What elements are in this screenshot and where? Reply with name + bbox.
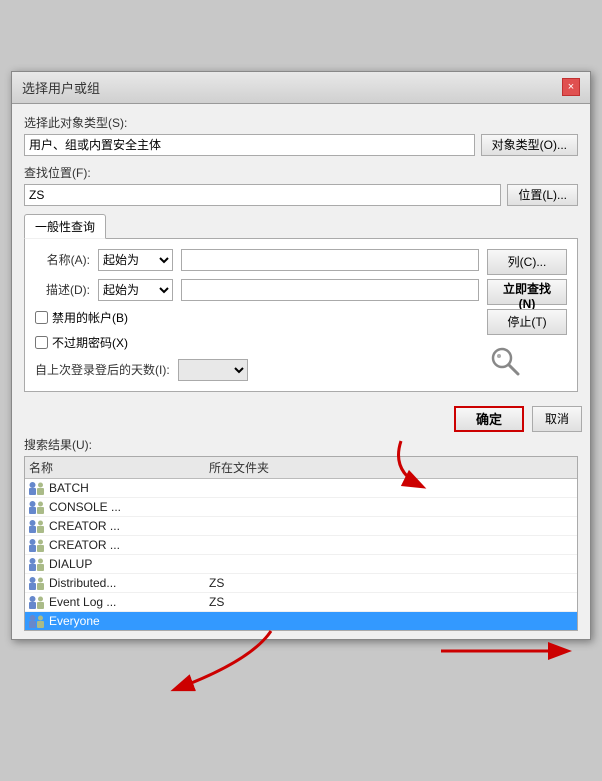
close-button[interactable]: × [562,78,580,96]
row-name-text: Event Log ... [49,595,116,609]
row-name-text: Distributed... [49,576,116,590]
location-input[interactable] [24,184,501,206]
name-input[interactable] [181,249,479,271]
title-bar: 选择用户或组 × [12,72,590,104]
user-icon [29,576,45,590]
table-row[interactable]: BATCH [25,479,577,498]
row-name-text: CONSOLE ... [49,500,121,514]
row-folder-text: ZS [209,576,573,590]
row-name: CONSOLE ... [29,500,209,514]
list-columns-button[interactable]: 列(C)... [487,249,567,275]
search-panel-left: 名称(A): 起始为 描述(D): 起始为 [35,249,479,381]
name-label: 名称(A): [35,251,90,268]
dialog-body: 选择此对象类型(S): 对象类型(O)... 查找位置(F): 位置(L)...… [12,104,590,402]
dialog-title: 选择用户或组 [22,78,100,97]
col-folder-header: 所在文件夹 [209,459,573,476]
desc-search-row: 描述(D): 起始为 [35,279,479,301]
table-row[interactable]: CREATOR ... [25,536,577,555]
user-icon [29,614,45,628]
name-search-row: 名称(A): 起始为 [35,249,479,271]
desc-label: 描述(D): [35,281,90,298]
general-search-tab[interactable]: 一般性查询 [24,214,106,239]
ok-cancel-row: 确定 取消 [12,402,590,436]
object-type-group: 选择此对象类型(S): 对象类型(O)... [24,114,578,156]
row-name: Event Log ... [29,595,209,609]
user-icon [29,481,45,495]
table-row[interactable]: CONSOLE ... [25,498,577,517]
row-name: BATCH [29,481,209,495]
col-name-header: 名称 [29,459,209,476]
row-name: Everyone [29,614,209,628]
table-row[interactable]: DIALUP [25,555,577,574]
user-icon [29,538,45,552]
desc-select[interactable]: 起始为 [98,279,173,301]
location-label: 查找位置(F): [24,164,578,181]
desc-input[interactable] [181,279,479,301]
row-name: CREATOR ... [29,519,209,533]
results-table: 名称 所在文件夹 BATCH CONSOLE ... CREATOR ... [24,456,578,631]
table-row[interactable]: Distributed... ZS [25,574,577,593]
general-search-section: 一般性查询 名称(A): 起始为 [24,214,578,392]
row-name-text: DIALUP [49,557,92,571]
disabled-accounts-label: 禁用的帐户(B) [52,309,128,326]
search-panel-right: 列(C)... 立即查找(N) 停止(T) [487,249,567,381]
no-expiry-row: 不过期密码(X) [35,334,479,351]
table-row[interactable]: Everyone [25,612,577,631]
search-icon [487,343,523,379]
search-panel: 名称(A): 起始为 描述(D): 起始为 [24,238,578,392]
disabled-accounts-row: 禁用的帐户(B) [35,309,479,326]
location-group: 查找位置(F): 位置(L)... [24,164,578,206]
no-expiry-label: 不过期密码(X) [52,334,128,351]
results-section: 搜索结果(U): 名称 所在文件夹 BATCH CONSOLE ... [12,436,590,639]
no-expiry-checkbox[interactable] [35,336,48,349]
user-icon [29,500,45,514]
days-row: 自上次登录登后的天数(I): [35,359,479,381]
days-label: 自上次登录登后的天数(I): [35,361,170,378]
user-icon [29,595,45,609]
row-folder-text: ZS [209,595,573,609]
table-row[interactable]: Event Log ... ZS [25,593,577,612]
location-button[interactable]: 位置(L)... [507,184,578,206]
row-name-text: CREATOR ... [49,519,120,533]
row-name-text: CREATOR ... [49,538,120,552]
row-name-text: BATCH [49,481,89,495]
object-type-label: 选择此对象类型(S): [24,114,578,131]
results-content: BATCH CONSOLE ... CREATOR ... CREATOR ..… [25,479,577,631]
select-user-group-dialog: 选择用户或组 × 选择此对象类型(S): 对象类型(O)... 查找位置(F):… [11,71,591,640]
user-icon [29,557,45,571]
row-name: CREATOR ... [29,538,209,552]
row-name-text: Everyone [49,614,100,628]
table-row[interactable]: CREATOR ... [25,517,577,536]
results-list: BATCH CONSOLE ... CREATOR ... CREATOR ..… [25,479,577,631]
find-now-button[interactable]: 立即查找(N) [487,279,567,305]
row-name: Distributed... [29,576,209,590]
object-type-button[interactable]: 对象类型(O)... [481,134,578,156]
ok-button[interactable]: 确定 [454,406,524,432]
results-header: 名称 所在文件夹 [25,457,577,479]
name-select[interactable]: 起始为 [98,249,173,271]
results-label: 搜索结果(U): [24,436,578,453]
stop-button[interactable]: 停止(T) [487,309,567,335]
disabled-accounts-checkbox[interactable] [35,311,48,324]
row-name: DIALUP [29,557,209,571]
cancel-button[interactable]: 取消 [532,406,582,432]
object-type-input[interactable] [24,134,475,156]
days-select[interactable] [178,359,248,381]
user-icon [29,519,45,533]
